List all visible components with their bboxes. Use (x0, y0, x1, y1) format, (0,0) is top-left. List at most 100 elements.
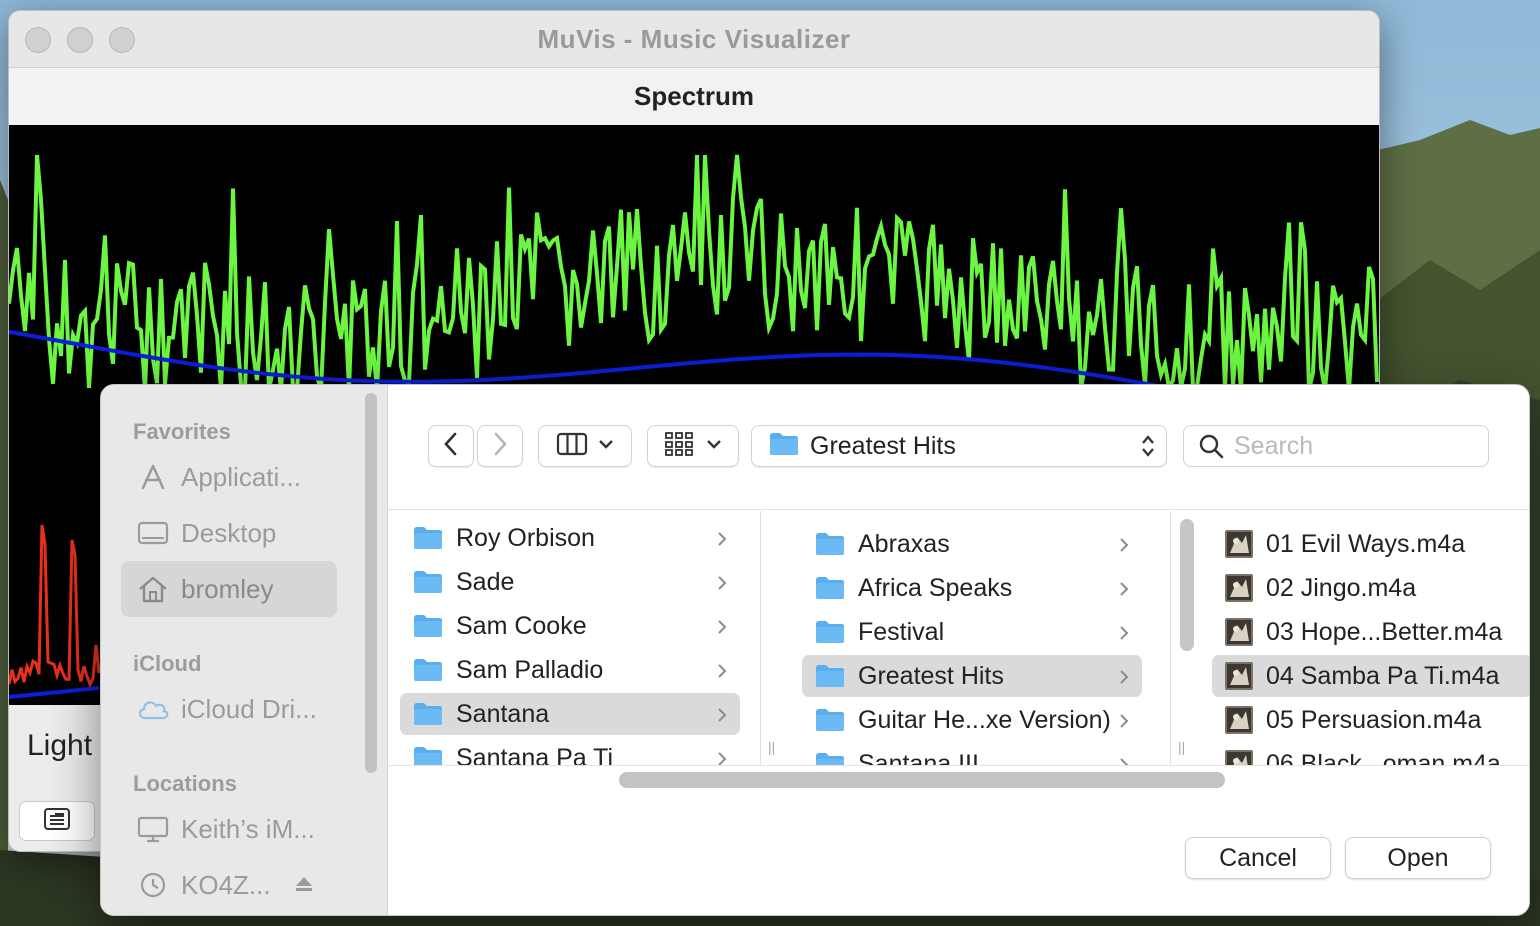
search-input[interactable] (1232, 430, 1476, 462)
track-name: 04 Samba Pa Ti.m4a (1266, 661, 1500, 690)
locations-header: Locations (133, 771, 237, 796)
sidebar-item-desktop[interactable]: Desktop (121, 505, 337, 561)
folder-row[interactable]: Greatest Hits (802, 655, 1142, 697)
sidebar-item-home[interactable]: bromley (121, 561, 337, 617)
column-resize-handle[interactable]: || (1178, 739, 1185, 755)
track-row[interactable]: 04 Samba Pa Ti.m4a (1212, 655, 1529, 697)
folder-name: Sam Palladio (456, 655, 604, 684)
track-row[interactable]: 03 Hope...Better.m4a (1212, 611, 1529, 653)
audio-file-icon (1224, 617, 1254, 647)
theme-label: Light (27, 729, 93, 762)
icloud-header: iCloud (133, 651, 202, 676)
chevron-right-icon (1118, 665, 1130, 694)
icloud-icon (135, 694, 171, 724)
search-icon (1198, 433, 1224, 459)
title-bar: MuVis - Music Visualizer (9, 11, 1379, 68)
section-title: Spectrum (634, 81, 754, 111)
chevron-down-icon (706, 437, 722, 455)
columns-view-icon (556, 432, 588, 461)
window-title: MuVis - Music Visualizer (537, 23, 851, 54)
track-name: 03 Hope...Better.m4a (1266, 617, 1503, 646)
column2-scrollbar[interactable] (1180, 519, 1194, 651)
chevron-right-icon (716, 571, 728, 600)
sidebar-item-time-machine[interactable]: KO4Z... (121, 857, 337, 913)
cancel-button[interactable]: Cancel (1185, 837, 1331, 879)
folder-name: Abraxas (858, 529, 950, 558)
chevron-right-icon (1118, 709, 1130, 738)
time-machine-icon (135, 870, 171, 900)
path-popup[interactable]: Greatest Hits (751, 425, 1167, 467)
track-name: 05 Persuasion.m4a (1266, 705, 1482, 734)
folder-row[interactable]: Festival (802, 611, 1142, 653)
folder-row[interactable]: Sade (400, 561, 740, 603)
folder-name: Santana (456, 699, 550, 728)
folder-row[interactable]: Santana (400, 693, 740, 735)
group-by-button[interactable] (647, 425, 739, 467)
sidebar-item-label: Applicati... (181, 461, 301, 492)
window-controls (25, 27, 135, 53)
chevron-right-icon (1118, 621, 1130, 650)
spectrum-lower-average-trace (9, 686, 100, 699)
sidebar-item-label: iCloud Dri... (181, 693, 317, 724)
search-field[interactable] (1183, 425, 1489, 467)
audio-file-icon (1224, 529, 1254, 559)
home-icon (135, 574, 171, 604)
folder-row[interactable]: Abraxas (802, 523, 1142, 565)
sidebar-item-icloud-drive[interactable]: iCloud Dri... (121, 681, 337, 737)
grid-icon (664, 431, 694, 462)
chevron-down-icon (598, 437, 614, 455)
chevron-right-icon (716, 615, 728, 644)
zoom-window-button[interactable] (109, 27, 135, 53)
path-popup-label: Greatest Hits (810, 431, 956, 460)
folder-row[interactable]: Sam Palladio (400, 649, 740, 691)
folder-row[interactable]: Santana III (802, 743, 1142, 765)
track-row[interactable]: 01 Evil Ways.m4a (1212, 523, 1529, 565)
folder-name: Sade (456, 567, 515, 596)
eject-icon[interactable] (293, 871, 315, 902)
sidebar-scrollbar[interactable] (365, 393, 377, 773)
folder-row[interactable]: Roy Orbison (400, 517, 740, 559)
folder-icon (768, 431, 800, 462)
back-button[interactable] (428, 425, 474, 467)
theme-toggle-button[interactable] (19, 801, 95, 841)
open-file-dialog: Favorites Applicati... Desktop bromley i… (100, 384, 1530, 916)
sidebar-item-label: Keith’s iM... (181, 813, 315, 844)
track-name: 02 Jingo.m4a (1266, 573, 1417, 602)
view-mode-button[interactable] (538, 425, 632, 467)
horizontal-scroll-thumb[interactable] (619, 772, 1225, 788)
audio-file-icon (1224, 749, 1254, 765)
folder-row[interactable]: Guitar He...xe Version) (802, 699, 1142, 741)
track-row[interactable]: 05 Persuasion.m4a (1212, 699, 1529, 741)
folder-name: Africa Speaks (858, 573, 1013, 602)
folder-icon (814, 707, 846, 733)
audio-file-icon (1224, 705, 1254, 735)
column-resize-handle[interactable]: || (768, 739, 775, 755)
chevron-right-icon (1118, 533, 1130, 562)
folder-row[interactable]: Santana Pa Ti (400, 737, 740, 765)
folder-name: Greatest Hits (858, 661, 1004, 690)
horizontal-scrollbar[interactable] (388, 765, 1529, 796)
folder-icon (412, 745, 444, 765)
close-window-button[interactable] (25, 27, 51, 53)
folder-icon (412, 701, 444, 727)
folder-row[interactable]: Africa Speaks (802, 567, 1142, 609)
chevron-right-icon (716, 703, 728, 732)
track-name: 06 Black...oman.m4a (1266, 749, 1501, 766)
track-row[interactable]: 02 Jingo.m4a (1212, 567, 1529, 609)
browser-column-artists: Roy Orbison Sade Sam Cooke Sam Palladio Sant… (388, 511, 761, 765)
computer-icon (135, 814, 171, 844)
track-row[interactable]: 06 Black...oman.m4a (1212, 743, 1529, 765)
folder-icon (814, 575, 846, 601)
chevron-right-icon (716, 527, 728, 556)
sidebar-item-computer[interactable]: Keith’s iM... (121, 801, 337, 857)
open-button[interactable]: Open (1345, 837, 1491, 879)
sidebar-item-applications[interactable]: Applicati... (121, 449, 337, 505)
audio-file-icon (1224, 573, 1254, 603)
forward-button[interactable] (477, 425, 523, 467)
spectrum-red-trace (9, 524, 101, 689)
minimize-window-button[interactable] (67, 27, 93, 53)
folder-row[interactable]: Sam Cooke (400, 605, 740, 647)
favorites-header: Favorites (133, 419, 231, 444)
folder-icon (412, 569, 444, 595)
chevron-right-icon (1118, 753, 1130, 765)
